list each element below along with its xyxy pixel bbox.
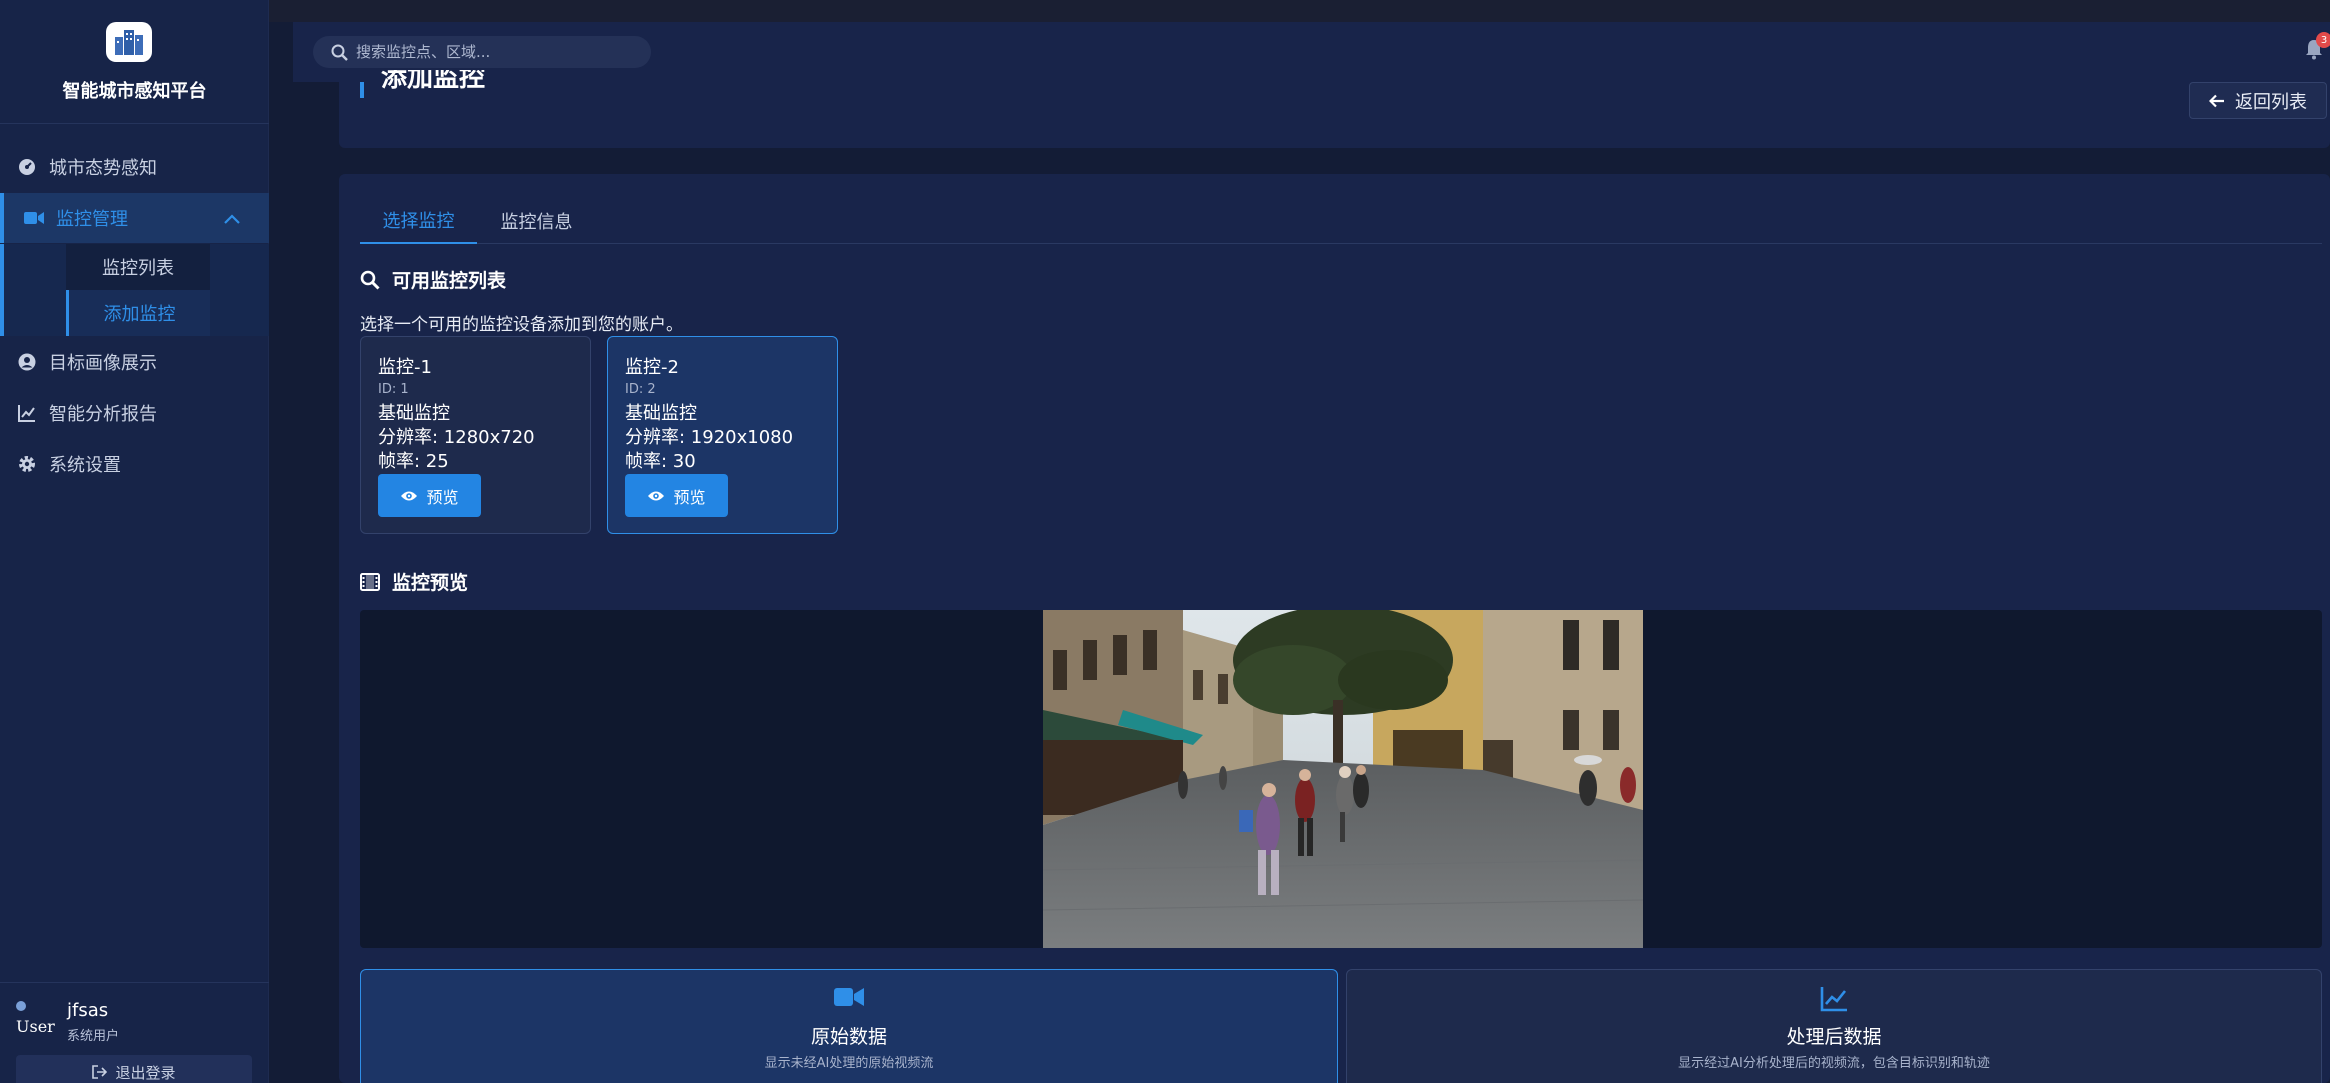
nav-label: 监控管理 <box>56 209 128 230</box>
nav-item-city-situation[interactable]: 城市态势感知 <box>0 142 269 192</box>
street-scene-video-image <box>1043 610 1643 948</box>
line-chart-icon <box>17 403 37 423</box>
available-description: 选择一个可用的监控设备添加到您的账户。 <box>360 315 683 335</box>
mode-description: 显示未经AI处理的原始视频流 <box>764 1056 934 1071</box>
sub-nav-item-monitor-list[interactable]: 监控列表 <box>66 244 210 290</box>
search-input[interactable] <box>356 43 636 61</box>
video-camera-icon <box>24 208 44 228</box>
mode-description: 显示经过AI分析处理后的视频流，包含目标识别和轨迹 <box>1678 1056 1990 1071</box>
logout-label: 退出登录 <box>115 1063 176 1082</box>
dashboard-gauge-icon <box>17 157 37 177</box>
camera-resolution: 分辨率: 1280x720 <box>378 427 535 448</box>
nav-item-system-settings[interactable]: 系统设置 <box>0 439 269 489</box>
sub-nav-item-add-monitor[interactable]: 添加监控 <box>66 290 210 336</box>
logout-icon <box>92 1065 108 1079</box>
notification-badge: 3 <box>2316 32 2330 48</box>
processed-data-mode-card[interactable]: 处理后数据 显示经过AI分析处理后的视频流，包含目标识别和轨迹 <box>1346 969 2322 1083</box>
tab-bar: 选择监控 监控信息 <box>360 198 2322 244</box>
search-icon <box>360 270 380 290</box>
film-icon <box>360 572 380 591</box>
preview-label: 预览 <box>673 487 706 507</box>
monitor-sub-nav: 监控列表 添加监控 <box>0 244 269 336</box>
nav-label: 城市态势感知 <box>49 158 157 179</box>
preview-label: 预览 <box>426 487 459 507</box>
raw-data-mode-card[interactable]: 原始数据 显示未经AI处理的原始视频流 <box>360 969 1338 1083</box>
camera-id: ID: 2 <box>625 382 656 397</box>
mode-title: 原始数据 <box>810 1026 887 1048</box>
camera-type: 基础监控 <box>378 403 450 424</box>
video-preview-area <box>360 610 2322 948</box>
camera-fps: 帧率: 25 <box>378 451 449 472</box>
preview-heading: 监控预览 <box>360 568 468 595</box>
video-frame[interactable] <box>1043 610 1643 948</box>
user-circle-icon <box>17 352 37 372</box>
brand-title: 智能城市感知平台 <box>62 81 207 102</box>
tab-select-monitor[interactable]: 选择监控 <box>360 198 477 244</box>
eye-icon <box>647 490 665 502</box>
camera-fps: 帧率: 30 <box>625 451 696 472</box>
user-name: jfsas <box>67 1000 109 1021</box>
eye-icon <box>400 490 418 502</box>
back-label: 返回列表 <box>2235 91 2307 113</box>
search-icon <box>331 44 348 61</box>
page-title: 添加监控 <box>381 70 486 93</box>
brand-area: 智能城市感知平台 <box>0 0 269 124</box>
nav-item-monitor-management[interactable]: 监控管理 <box>0 193 269 243</box>
user-area: User jfsas 系统用户 退出登录 <box>0 982 269 1083</box>
nav-label: 目标画像展示 <box>49 353 157 374</box>
gear-icon <box>17 454 37 474</box>
nav-label: 系统设置 <box>49 455 121 476</box>
logout-button[interactable]: 退出登录 <box>16 1055 252 1083</box>
chevron-up-icon[interactable] <box>223 209 241 230</box>
preview-button[interactable]: 预览 <box>378 474 481 517</box>
nav-item-analysis-report[interactable]: 智能分析报告 <box>0 388 269 438</box>
camera-name: 监控-2 <box>625 357 679 378</box>
top-strip <box>269 0 2330 22</box>
nav-item-target-profile[interactable]: 目标画像展示 <box>0 337 269 387</box>
camera-card-2[interactable]: 监控-2 ID: 2 基础监控 分辨率: 1920x1080 帧率: 30 预览 <box>607 336 838 534</box>
preview-button[interactable]: 预览 <box>625 474 728 517</box>
camera-card-1[interactable]: 监控-1 ID: 1 基础监控 分辨率: 1280x720 帧率: 25 预览 <box>360 336 591 534</box>
camera-name: 监控-1 <box>378 357 432 378</box>
city-buildings-icon <box>106 22 152 62</box>
camera-resolution: 分辨率: 1920x1080 <box>625 427 794 448</box>
line-chart-icon <box>1347 986 2321 1012</box>
title-accent-bar <box>360 82 364 98</box>
back-to-list-button[interactable]: 返回列表 <box>2189 82 2327 119</box>
search-box[interactable] <box>313 36 651 68</box>
top-bar: 3 <box>293 22 2330 82</box>
user-role: 系统用户 <box>67 1029 120 1044</box>
notification-button[interactable]: 3 <box>2304 32 2330 62</box>
video-camera-icon <box>361 986 1337 1008</box>
sidebar: 智能城市感知平台 城市态势感知 监控管理 监控列表 添加监控 目标画像展示 智能… <box>0 0 269 1083</box>
available-list-heading: 可用监控列表 <box>360 266 506 293</box>
section-title-text: 可用监控列表 <box>392 270 507 292</box>
arrow-left-icon <box>2209 94 2225 108</box>
section-title-text: 监控预览 <box>392 572 469 594</box>
camera-type: 基础监控 <box>625 403 697 424</box>
avatar[interactable]: User <box>16 1001 56 1041</box>
page-header: 添加监控 返回列表 <box>339 70 2330 148</box>
camera-id: ID: 1 <box>378 382 409 397</box>
main-card: 选择监控 监控信息 可用监控列表 选择一个可用的监控设备添加到您的账户。 监控-… <box>339 174 2330 1083</box>
mode-title: 处理后数据 <box>1786 1026 1882 1048</box>
nav-label: 智能分析报告 <box>49 404 157 425</box>
tab-monitor-info[interactable]: 监控信息 <box>477 198 596 244</box>
